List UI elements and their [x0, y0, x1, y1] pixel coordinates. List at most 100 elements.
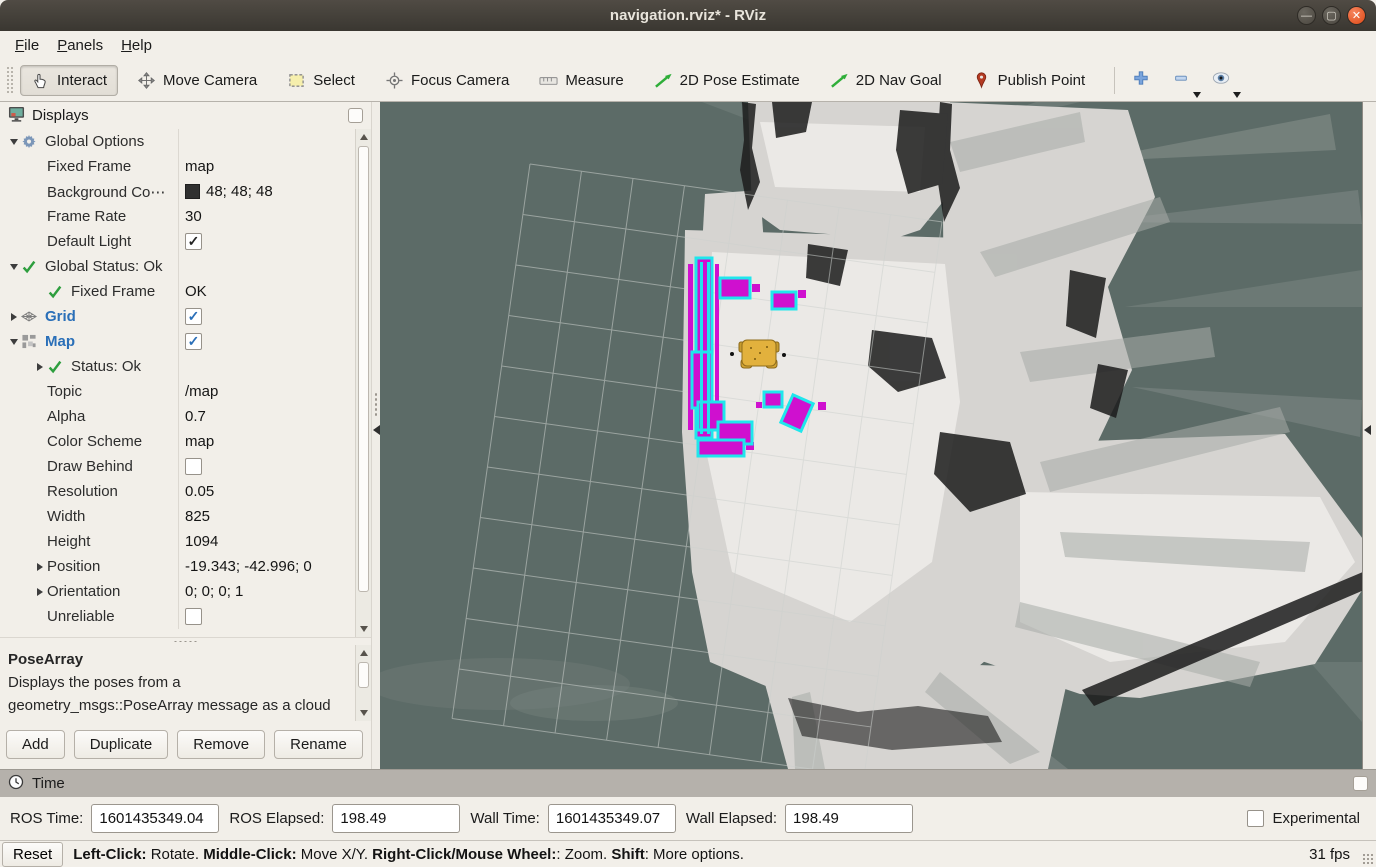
- add-tool-button[interactable]: [1125, 65, 1157, 95]
- checkbox-unchecked[interactable]: [1247, 810, 1264, 827]
- tool-select[interactable]: Select: [276, 65, 366, 96]
- close-button[interactable]: ✕: [1347, 6, 1366, 25]
- expand-right-icon[interactable]: [32, 588, 47, 596]
- wall-time-input[interactable]: [548, 804, 676, 833]
- menu-file[interactable]: File: [6, 34, 48, 57]
- tree-row-topic[interactable]: Topic/map: [0, 379, 355, 404]
- tool-measure[interactable]: Measure: [528, 65, 634, 96]
- property-value[interactable]: ✓: [178, 304, 355, 329]
- tree-scrollbar[interactable]: [355, 129, 371, 637]
- minimize-button[interactable]: —: [1297, 6, 1316, 25]
- property-value[interactable]: map: [178, 429, 355, 454]
- property-value[interactable]: [178, 604, 355, 629]
- ros-elapsed-input[interactable]: [332, 804, 460, 833]
- panel-collapse-handle-right[interactable]: [1362, 102, 1376, 769]
- expand-down-icon[interactable]: [6, 139, 21, 145]
- property-value[interactable]: 1094: [178, 529, 355, 554]
- tree-row-grid[interactable]: Grid✓: [0, 304, 355, 329]
- property-value[interactable]: -19.343; -42.996; 0: [178, 554, 355, 579]
- property-value[interactable]: [178, 254, 355, 279]
- tree-row-default-light[interactable]: Default Light✓: [0, 229, 355, 254]
- tree-row-orientation[interactable]: Orientation0; 0; 0; 1: [0, 579, 355, 604]
- property-value[interactable]: map: [178, 154, 355, 179]
- checkbox-unchecked[interactable]: [185, 608, 202, 625]
- duplicate-button[interactable]: Duplicate: [74, 730, 169, 759]
- expand-right-icon[interactable]: [6, 313, 21, 321]
- tree-row-status-ok[interactable]: Status: Ok: [0, 354, 355, 379]
- property-value[interactable]: [178, 129, 355, 154]
- tree-row-background-co[interactable]: Background Co⋯48; 48; 48: [0, 179, 355, 204]
- checkbox-checked[interactable]: ✓: [185, 333, 202, 350]
- checkbox-checked[interactable]: ✓: [185, 233, 202, 250]
- tool-2d-pose-estimate[interactable]: 2D Pose Estimate: [643, 65, 811, 96]
- property-value[interactable]: 0.05: [178, 479, 355, 504]
- rename-button[interactable]: Rename: [274, 730, 363, 759]
- property-value[interactable]: 48; 48; 48: [178, 179, 355, 204]
- panel-splitter[interactable]: [0, 637, 371, 645]
- viewport-3d[interactable]: [380, 102, 1362, 769]
- panel-collapse-handle-left[interactable]: [371, 102, 380, 769]
- property-value[interactable]: 30: [178, 204, 355, 229]
- more-information-link[interactable]: M: [216, 720, 229, 721]
- property-value[interactable]: [178, 354, 355, 379]
- property-value[interactable]: 825: [178, 504, 355, 529]
- scroll-down-icon[interactable]: [356, 621, 371, 637]
- resize-grip[interactable]: [1362, 853, 1374, 865]
- tree-row-global-options[interactable]: Global Options: [0, 129, 355, 154]
- tree-row-resolution[interactable]: Resolution0.05: [0, 479, 355, 504]
- panel-float-button[interactable]: [1353, 776, 1368, 791]
- scroll-down-icon[interactable]: [356, 705, 371, 721]
- tree-row-alpha[interactable]: Alpha0.7: [0, 404, 355, 429]
- tree-row-draw-behind[interactable]: Draw Behind: [0, 454, 355, 479]
- reset-button[interactable]: Reset: [2, 842, 63, 867]
- remove-button[interactable]: Remove: [177, 730, 265, 759]
- tool-move-camera[interactable]: Move Camera: [126, 65, 268, 96]
- menu-help[interactable]: Help: [112, 34, 161, 57]
- expand-right-icon[interactable]: [32, 563, 47, 571]
- tree-row-unreliable[interactable]: Unreliable: [0, 604, 355, 629]
- property-value[interactable]: /map: [178, 379, 355, 404]
- checkbox-checked[interactable]: ✓: [185, 308, 202, 325]
- time-panel-header[interactable]: Time: [0, 769, 1376, 797]
- tree-row-global-status-ok[interactable]: Global Status: Ok: [0, 254, 355, 279]
- toolbar-drag-handle[interactable]: [6, 66, 14, 94]
- expand-down-icon[interactable]: [6, 339, 21, 345]
- tool-interact[interactable]: Interact: [20, 65, 118, 96]
- dropdown-arrow-icon[interactable]: [1233, 92, 1241, 98]
- add-button[interactable]: Add: [6, 730, 65, 759]
- checkbox-unchecked[interactable]: [185, 458, 202, 475]
- scroll-up-icon[interactable]: [356, 129, 371, 145]
- tool-focus-camera[interactable]: Focus Camera: [374, 65, 520, 96]
- description-scrollbar[interactable]: [355, 645, 371, 721]
- menu-panels[interactable]: Panels: [48, 34, 112, 57]
- property-value[interactable]: ✓: [178, 329, 355, 354]
- scrollbar-thumb[interactable]: [358, 146, 369, 592]
- dropdown-arrow-icon[interactable]: [1193, 92, 1201, 98]
- property-value[interactable]: OK: [178, 279, 355, 304]
- tree-row-width[interactable]: Width825: [0, 504, 355, 529]
- color-swatch[interactable]: [185, 184, 200, 199]
- wall-elapsed-input[interactable]: [785, 804, 913, 833]
- maximize-button[interactable]: ▢: [1322, 6, 1341, 25]
- tool-2d-nav-goal[interactable]: 2D Nav Goal: [819, 65, 953, 96]
- panel-float-button[interactable]: [348, 108, 363, 123]
- tree-row-fixed-frame[interactable]: Fixed Framemap: [0, 154, 355, 179]
- titlebar[interactable]: navigation.rviz* - RViz — ▢ ✕: [0, 0, 1376, 31]
- remove-tool-button[interactable]: [1165, 65, 1197, 95]
- scrollbar-thumb[interactable]: [358, 662, 369, 688]
- property-value[interactable]: ✓: [178, 229, 355, 254]
- ros-time-input[interactable]: [91, 804, 219, 833]
- tree-row-position[interactable]: Position-19.343; -42.996; 0: [0, 554, 355, 579]
- tree-row-fixed-frame[interactable]: Fixed FrameOK: [0, 279, 355, 304]
- tree-row-color-scheme[interactable]: Color Schememap: [0, 429, 355, 454]
- tool-visibility-button[interactable]: [1205, 65, 1237, 95]
- expand-down-icon[interactable]: [6, 264, 21, 270]
- property-value[interactable]: 0.7: [178, 404, 355, 429]
- tree-row-map[interactable]: Map✓: [0, 329, 355, 354]
- property-value[interactable]: 0; 0; 0; 1: [178, 579, 355, 604]
- scroll-up-icon[interactable]: [356, 645, 371, 661]
- property-value[interactable]: [178, 454, 355, 479]
- tree-row-frame-rate[interactable]: Frame Rate30: [0, 204, 355, 229]
- tree-row-height[interactable]: Height1094: [0, 529, 355, 554]
- expand-right-icon[interactable]: [32, 363, 47, 371]
